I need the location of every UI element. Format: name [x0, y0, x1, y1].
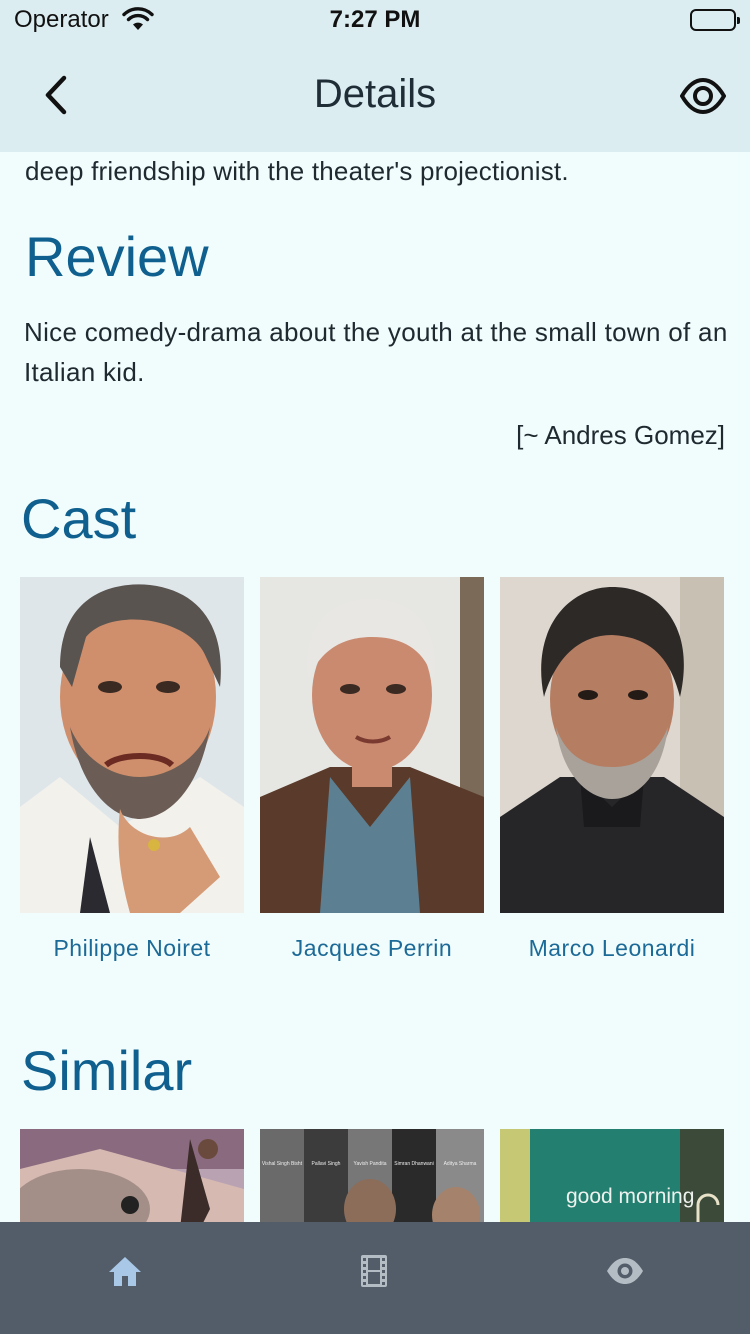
eye-icon — [679, 77, 727, 115]
tab-home[interactable] — [0, 1222, 250, 1334]
status-bar: Operator 7:27 PM — [0, 0, 750, 40]
cast-name: Philippe Noiret — [53, 935, 211, 961]
tab-bar — [0, 1222, 750, 1334]
synopsis-text: deep friendship with the theater's proje… — [25, 156, 569, 186]
poster-title: good morning — [566, 1185, 694, 1208]
details-scroll[interactable]: deep friendship with the theater's proje… — [0, 152, 750, 1222]
similar-poster[interactable]: good morning — [500, 1129, 724, 1222]
review-text: Nice comedy-drama about the youth at the… — [24, 317, 728, 387]
similar-poster[interactable]: Vishal Singh Bisht Pallavi Singh Yavish … — [260, 1129, 484, 1222]
cast-card[interactable]: Marco Leonardi — [500, 577, 724, 962]
cast-photo — [20, 577, 244, 913]
header: Operator 7:27 PM Details — [0, 0, 750, 152]
review-heading: Review — [25, 225, 209, 288]
similar-poster[interactable] — [20, 1129, 244, 1222]
tab-watchlist[interactable] — [500, 1222, 750, 1334]
nav-bar: Details — [0, 40, 750, 152]
similar-heading: Similar — [21, 1039, 193, 1102]
page-title: Details — [313, 72, 437, 116]
cast-heading: Cast — [21, 487, 137, 550]
watch-button[interactable] — [679, 76, 727, 116]
poster-credit: Pallavi Singh — [312, 1161, 341, 1167]
battery-icon — [690, 9, 740, 31]
cast-card[interactable]: Philippe Noiret — [20, 577, 244, 962]
cast-name: Marco Leonardi — [528, 935, 696, 961]
poster-credit: Vishal Singh Bisht — [262, 1161, 303, 1167]
tab-movies[interactable] — [250, 1222, 500, 1334]
cast-card[interactable]: Jacques Perrin — [260, 577, 484, 962]
cast-photo — [260, 577, 484, 913]
status-time: 7:27 PM — [329, 6, 421, 33]
cast-photo — [500, 577, 724, 913]
poster-credit: Aditya Sharma — [444, 1161, 477, 1167]
cast-name: Jacques Perrin — [291, 935, 453, 961]
eye-icon — [607, 1258, 643, 1284]
home-icon — [109, 1257, 141, 1286]
poster-credit: Simran Dhanwani — [394, 1161, 433, 1167]
film-icon — [361, 1255, 387, 1287]
review-author: [~ Andres Gomez] — [516, 420, 725, 450]
poster-credit: Yavish Pandita — [354, 1161, 387, 1167]
